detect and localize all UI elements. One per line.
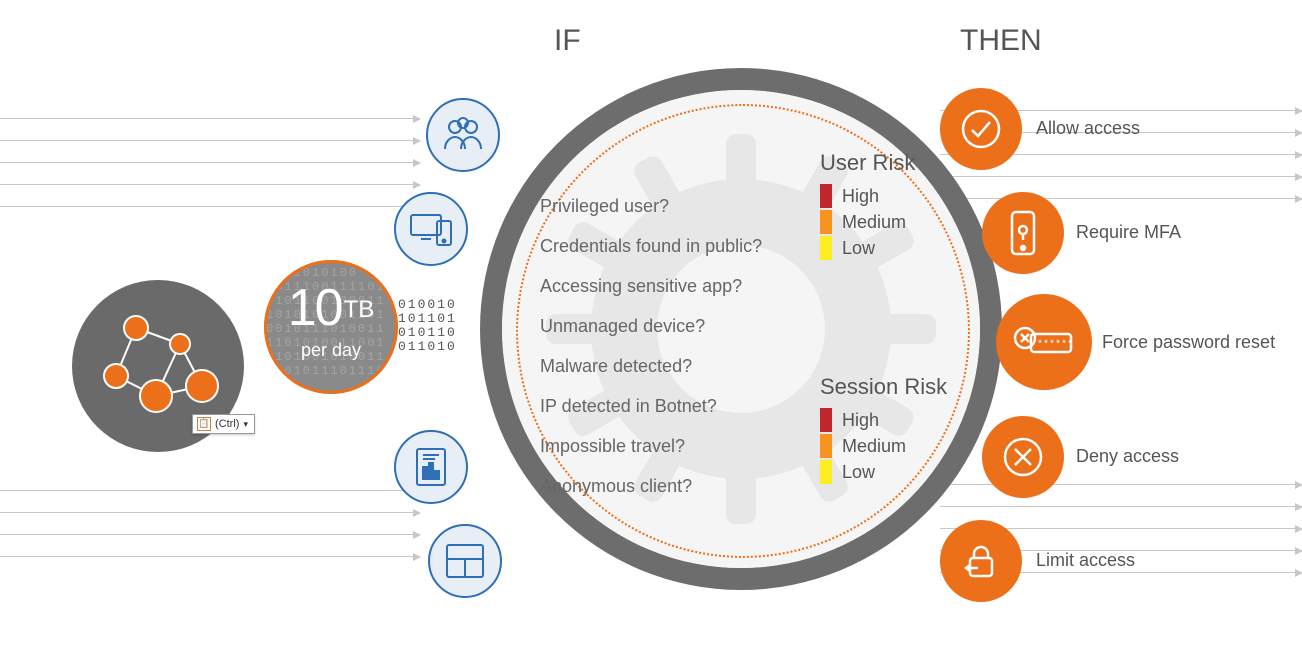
action-limit — [940, 520, 1022, 602]
data-volume-sub: per day — [264, 340, 398, 361]
ctrl-popup-label: (Ctrl) — [215, 418, 239, 430]
data-volume-circle: 0111010100 1011100111101 0101100100011 1… — [264, 260, 398, 394]
risk-level: Low — [820, 460, 947, 484]
ctrl-paste-popup[interactable]: 📋 (Ctrl) ▾ — [192, 414, 255, 434]
svg-text:******: ****** — [1037, 339, 1073, 351]
lock-limit-icon — [958, 538, 1004, 584]
data-volume-value: 10TB — [264, 278, 398, 338]
risk-level: Medium — [820, 434, 947, 458]
action-label: Require MFA — [1076, 222, 1181, 243]
paste-icon: 📋 — [197, 417, 211, 431]
action-allow — [940, 88, 1022, 170]
flow-arrow — [0, 118, 420, 119]
action-deny — [982, 416, 1064, 498]
action-password-reset: ****** — [996, 294, 1092, 390]
action-label: Deny access — [1076, 446, 1179, 467]
flow-arrow — [0, 534, 420, 535]
flow-arrow — [0, 512, 420, 513]
heading-if: IF — [554, 24, 581, 58]
risk-level: Medium — [820, 210, 915, 234]
flow-arrow — [0, 556, 420, 557]
session-risk-block: Session Risk High Medium Low — [820, 374, 947, 486]
action-label: Force password reset — [1102, 332, 1275, 353]
action-label: Limit access — [1036, 550, 1135, 571]
condition-item: Privileged user? — [540, 186, 762, 226]
risk-level: Low — [820, 236, 915, 260]
users-icon — [426, 98, 500, 172]
action-mfa — [982, 192, 1064, 274]
risk-level: High — [820, 184, 915, 208]
condition-item: Impossible travel? — [540, 426, 762, 466]
session-risk-title: Session Risk — [820, 374, 947, 400]
flow-arrow — [0, 140, 420, 141]
risk-level: High — [820, 408, 947, 432]
flow-arrow — [940, 176, 1302, 177]
user-risk-block: User Risk High Medium Low — [820, 150, 915, 262]
condition-list: Privileged user? Credentials found in pu… — [540, 186, 762, 506]
condition-item: Unmanaged device? — [540, 306, 762, 346]
chevron-down-icon: ▾ — [243, 419, 248, 430]
check-icon — [958, 106, 1004, 152]
condition-item: Credentials found in public? — [540, 226, 762, 266]
action-label: Allow access — [1036, 118, 1140, 139]
layout-icon — [428, 524, 502, 598]
condition-item: Malware detected? — [540, 346, 762, 386]
report-icon — [394, 430, 468, 504]
flow-arrow — [940, 506, 1302, 507]
password-reset-icon: ****** — [1013, 320, 1075, 364]
flow-arrow — [0, 490, 420, 491]
flow-arrow — [0, 206, 420, 207]
devices-icon — [394, 192, 468, 266]
flow-arrow — [0, 162, 420, 163]
flow-arrow — [940, 198, 1302, 199]
diagram-stage: IF THEN 📋 (Ctrl) ▾ 01110 — [0, 0, 1302, 661]
flow-arrow — [0, 184, 420, 185]
deny-icon — [1000, 434, 1046, 480]
mfa-phone-icon — [1004, 208, 1042, 258]
condition-item: Accessing sensitive app? — [540, 266, 762, 306]
binary-stream: 010010 101101 010110 011010 — [398, 298, 457, 354]
heading-then: THEN — [960, 24, 1042, 58]
condition-item: IP detected in Botnet? — [540, 386, 762, 426]
user-risk-title: User Risk — [820, 150, 915, 176]
condition-item: Anonymous client? — [540, 466, 762, 506]
